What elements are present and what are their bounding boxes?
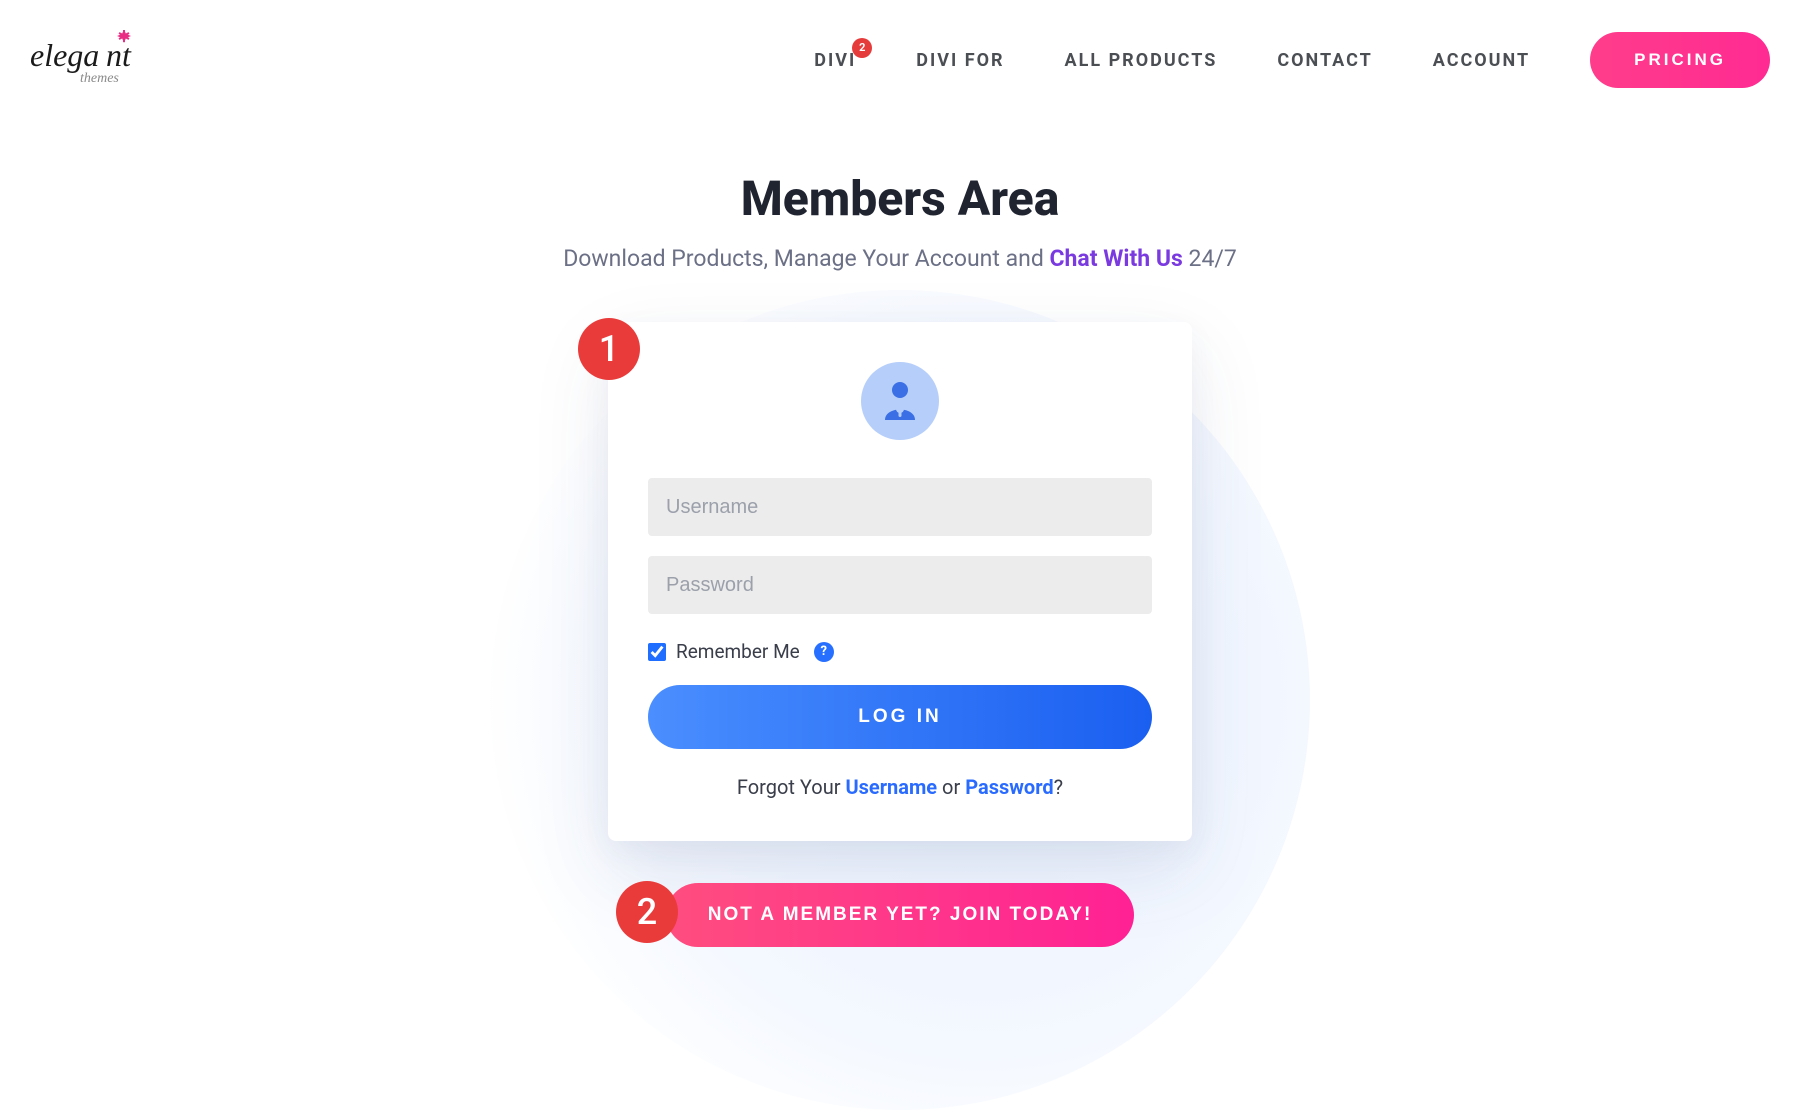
forgot-username-link[interactable]: Username	[845, 775, 937, 799]
login-card-wrapper: 1 Remember Me ? LOG IN Forgot Your Usern…	[608, 322, 1192, 841]
svg-text:themes: themes	[80, 71, 119, 86]
page-title: Members Area	[741, 170, 1060, 227]
subtitle-prefix: Download Products, Manage Your Account a…	[563, 245, 1049, 272]
nav-item-divi-for[interactable]: DIVI FOR	[916, 50, 1004, 71]
svg-text:elega: elega	[30, 37, 99, 73]
forgot-prefix: Forgot Your	[737, 775, 846, 799]
user-lock-icon	[877, 378, 923, 424]
nav-item-account[interactable]: ACCOUNT	[1433, 50, 1530, 71]
remember-me-checkbox[interactable]	[648, 643, 666, 661]
remember-me-help-icon[interactable]: ?	[814, 642, 834, 662]
main-nav: DIVI 2 DIVI FOR ALL PRODUCTS CONTACT ACC…	[814, 32, 1770, 88]
remember-me-row: Remember Me ?	[648, 640, 1152, 663]
elegant-themes-logo-icon: elega nt themes	[30, 30, 170, 90]
username-input[interactable]	[648, 478, 1152, 536]
password-input[interactable]	[648, 556, 1152, 614]
svg-text:nt: nt	[106, 37, 132, 73]
divi-notification-badge: 2	[852, 38, 872, 58]
forgot-credentials-row: Forgot Your Username or Password?	[737, 775, 1063, 799]
nav-item-all-products[interactable]: ALL PRODUCTS	[1065, 50, 1218, 71]
forgot-or: or	[937, 775, 965, 799]
join-today-button[interactable]: NOT A MEMBER YET? JOIN TODAY!	[666, 883, 1135, 947]
step-1-badge: 1	[578, 318, 640, 380]
nav-item-contact[interactable]: CONTACT	[1277, 50, 1372, 71]
nav-item-divi[interactable]: DIVI 2	[814, 50, 856, 71]
page-subtitle: Download Products, Manage Your Account a…	[563, 245, 1237, 272]
forgot-password-link[interactable]: Password	[965, 775, 1053, 799]
pricing-button[interactable]: PRICING	[1590, 32, 1770, 88]
nav-label: DIVI	[814, 50, 856, 71]
header: elega nt themes DIVI 2 DIVI FOR ALL PROD…	[0, 0, 1800, 90]
remember-me-label: Remember Me	[676, 640, 800, 663]
login-card: Remember Me ? LOG IN Forgot Your Usernam…	[608, 322, 1192, 841]
join-section: 2 NOT A MEMBER YET? JOIN TODAY!	[608, 883, 1192, 947]
step-2-badge: 2	[616, 881, 678, 943]
login-avatar-icon	[861, 362, 939, 440]
subtitle-suffix: 24/7	[1183, 245, 1237, 272]
main-content: Members Area Download Products, Manage Y…	[0, 170, 1800, 947]
brand-logo[interactable]: elega nt themes	[30, 30, 170, 90]
chat-with-us-link[interactable]: Chat With Us	[1050, 245, 1183, 272]
login-button[interactable]: LOG IN	[648, 685, 1152, 749]
forgot-suffix: ?	[1054, 775, 1063, 799]
